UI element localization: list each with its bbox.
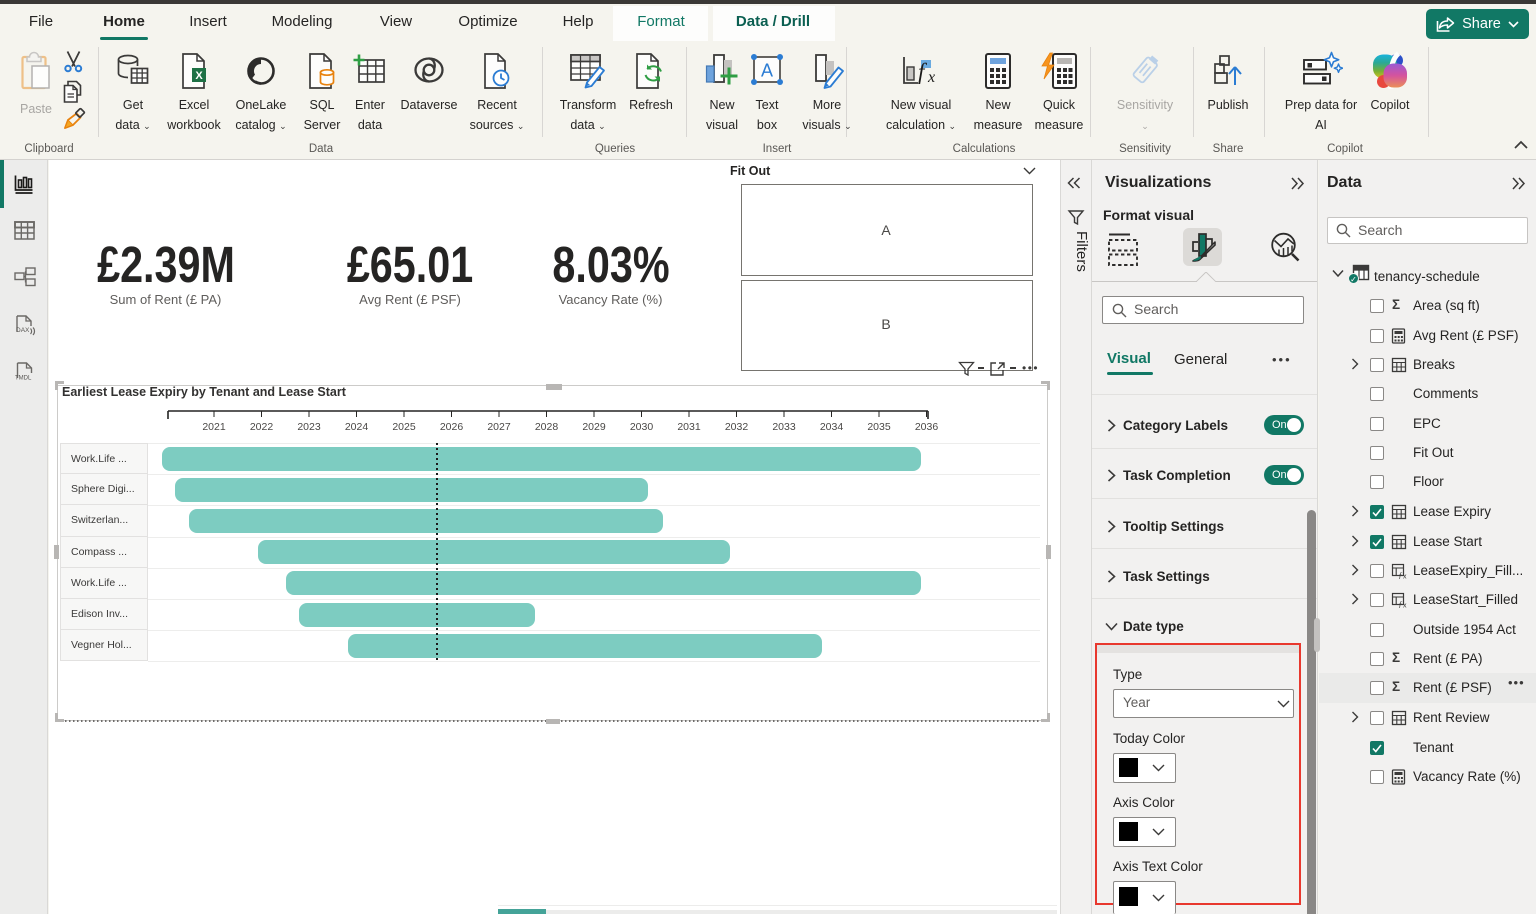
svg-text:TMDL: TMDL xyxy=(15,376,32,382)
svg-text:x: x xyxy=(927,69,935,86)
svg-text:x: x xyxy=(1403,603,1407,609)
svg-text:x: x xyxy=(1403,574,1407,580)
svg-text:DAX: DAX xyxy=(16,327,30,334)
svg-text:X: X xyxy=(195,70,203,82)
svg-text:A: A xyxy=(761,61,773,81)
